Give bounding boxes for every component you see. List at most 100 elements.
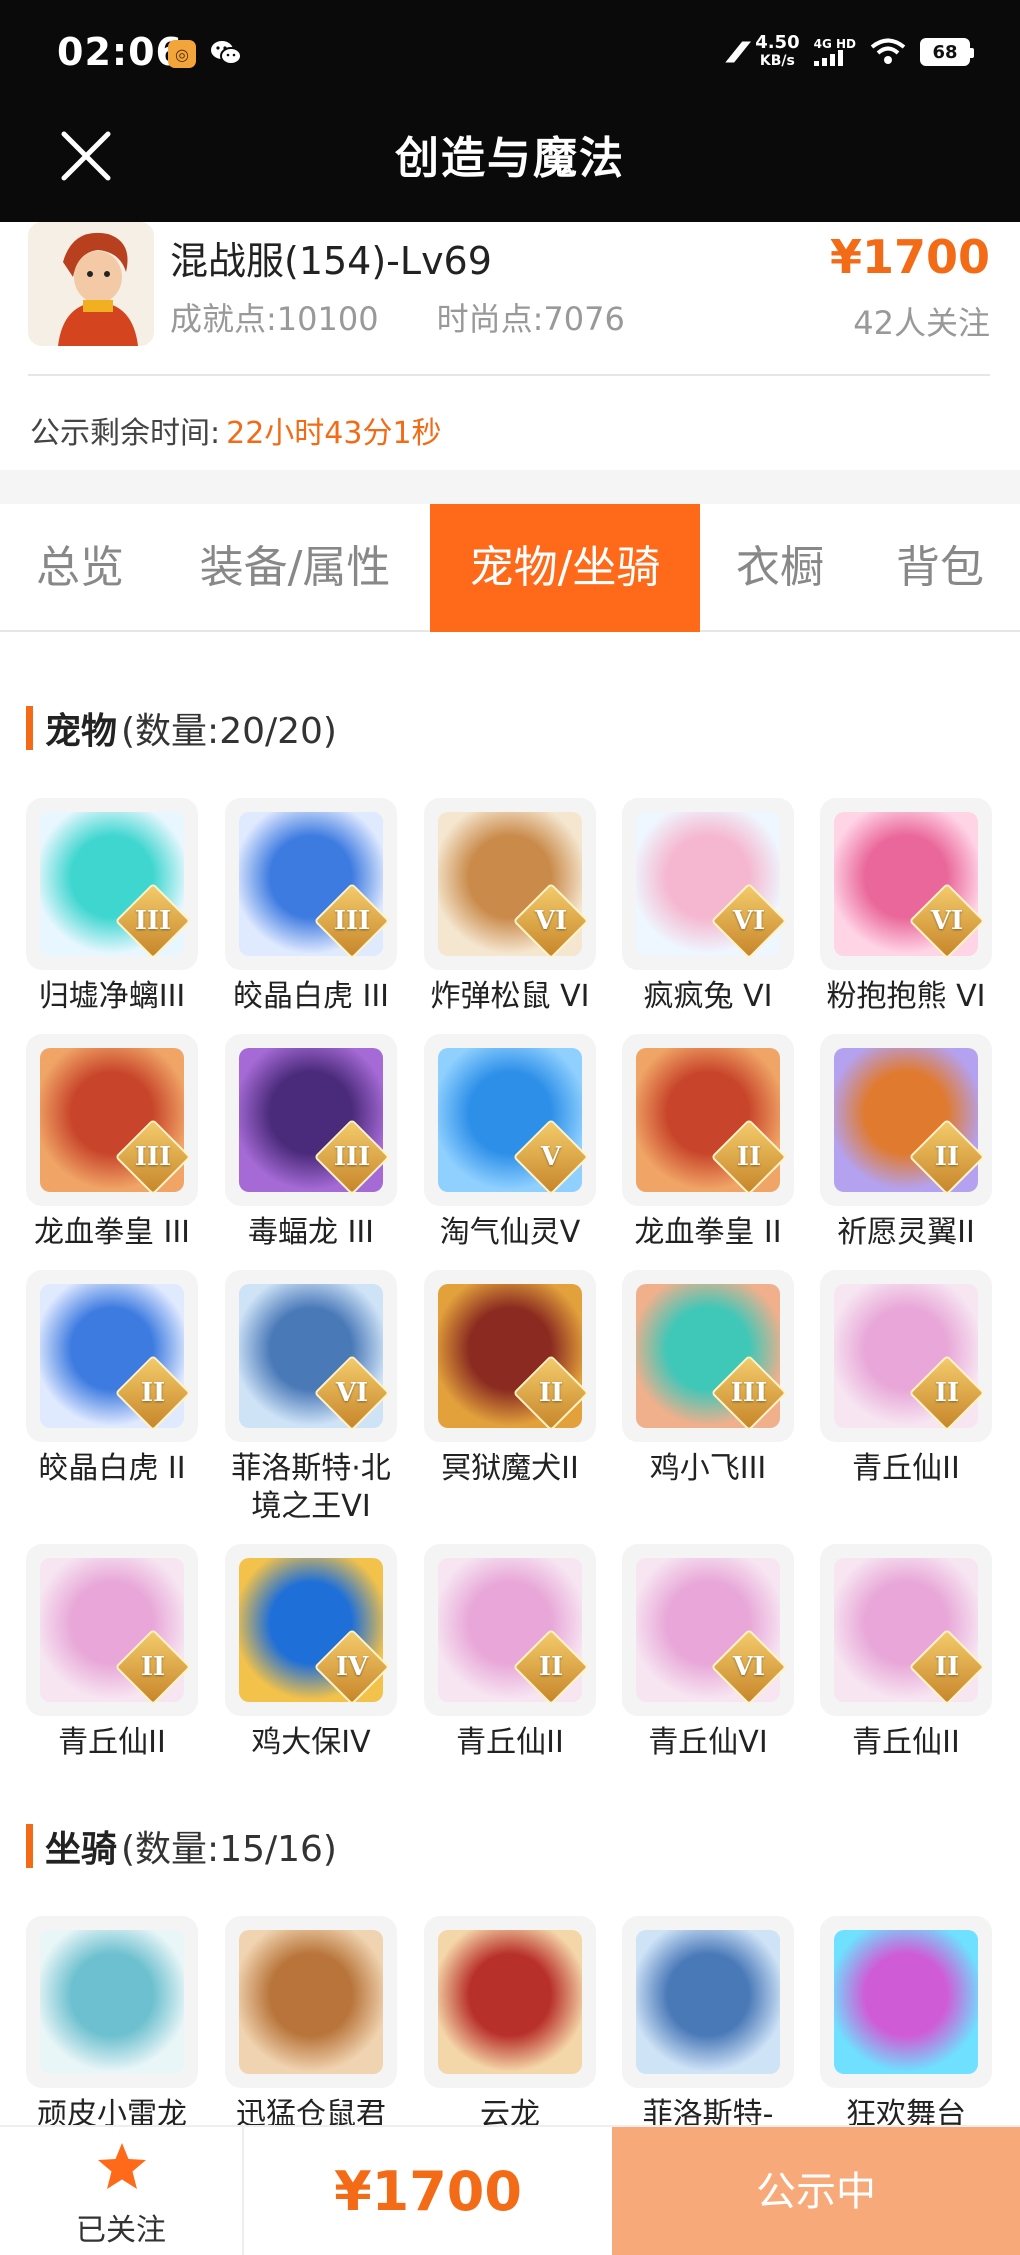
- pet-thumbnail: III: [225, 798, 397, 970]
- pet-item[interactable]: IV 鸡大保IV: [225, 1544, 397, 1762]
- pet-item[interactable]: II 冥狱魔犬II: [424, 1270, 596, 1488]
- pet-name: 皎晶白虎 II: [38, 1451, 186, 1486]
- mounts-count: (数量:15/16): [121, 1829, 337, 1870]
- pet-thumbnail: II: [820, 1034, 992, 1206]
- pet-thumbnail: V: [424, 1034, 596, 1206]
- pet-thumbnail: IV: [225, 1544, 397, 1716]
- pets-section-title: 宠物: [45, 711, 118, 752]
- pet-name: 淘气仙灵V: [439, 1215, 581, 1250]
- character-avatar: [28, 222, 154, 346]
- mount-item[interactable]: 迅猛仓鼠君: [225, 1916, 397, 2134]
- tab-equipment[interactable]: 装备/属性: [160, 504, 430, 632]
- pet-name: 青丘仙II: [852, 1725, 960, 1760]
- pet-thumbnail: II: [26, 1270, 198, 1442]
- pet-name: 鸡大保IV: [251, 1725, 371, 1760]
- pet-item[interactable]: III 龙血拳皇 III: [26, 1034, 198, 1252]
- rank-label: II: [934, 1652, 960, 1682]
- wechat-icon: [211, 41, 242, 65]
- character-stats: 成就点:10100 时尚点:7076: [170, 294, 625, 340]
- pets-section-header: 宠物 (数量:20/20): [26, 702, 337, 754]
- pet-item[interactable]: II 青丘仙II: [820, 1544, 992, 1762]
- pet-name: 祈愿灵翼II: [837, 1215, 975, 1250]
- pet-item[interactable]: V 淘气仙灵V: [424, 1034, 596, 1252]
- status-bar: 02:06 ◎ ⁄⁄⁄ 4.50 KB/s 4G HD 68: [0, 0, 1020, 110]
- rank-label: VI: [732, 906, 766, 936]
- pet-name: 毒蝠龙 III: [247, 1215, 375, 1250]
- page-title: 创造与魔法: [395, 133, 625, 184]
- remaining-time: 公示剩余时间: 22小时43分1秒: [30, 416, 442, 451]
- mount-item[interactable]: 顽皮小雷龙: [26, 1916, 198, 2134]
- rank-label: III: [730, 1378, 768, 1408]
- pet-name: 冥狱魔犬II: [441, 1451, 579, 1486]
- rank-label: VI: [335, 1378, 369, 1408]
- bottom-bar: 已关注 ¥1700 公示中: [0, 2125, 1020, 2255]
- pet-thumbnail: II: [26, 1544, 198, 1716]
- pet-item[interactable]: II 祈愿灵翼II: [820, 1034, 992, 1252]
- pet-item[interactable]: II 皎晶白虎 II: [26, 1270, 198, 1488]
- mount-thumbnail: [225, 1916, 397, 2088]
- pet-item[interactable]: VI 炸弹松鼠 VI: [424, 798, 596, 1016]
- mount-item[interactable]: 菲洛斯特-: [622, 1916, 794, 2134]
- mount-image: [40, 1930, 184, 2074]
- pet-item[interactable]: II 青丘仙II: [26, 1544, 198, 1762]
- tab-overview[interactable]: 总览: [0, 504, 160, 632]
- pet-name: 炸弹松鼠 VI: [430, 979, 590, 1014]
- pet-name: 粉抱抱熊 VI: [826, 979, 986, 1014]
- mounts-section-header: 坐骑 (数量:15/16): [26, 1820, 337, 1872]
- mount-thumbnail: [424, 1916, 596, 2088]
- pet-thumbnail: II: [622, 1034, 794, 1206]
- pet-name: 青丘仙II: [852, 1451, 960, 1486]
- mount-item[interactable]: 狂欢舞台: [820, 1916, 992, 2134]
- pet-thumbnail: II: [820, 1544, 992, 1716]
- pet-item[interactable]: VI 菲洛斯特·北境之王VI: [225, 1270, 397, 1526]
- mount-image: [834, 1930, 978, 2074]
- pet-item[interactable]: II 龙血拳皇 II: [622, 1034, 794, 1252]
- status-button[interactable]: 公示中: [612, 2127, 1020, 2255]
- pet-item[interactable]: II 青丘仙II: [424, 1544, 596, 1762]
- pet-item[interactable]: III 毒蝠龙 III: [225, 1034, 397, 1252]
- status-time: 02:06: [57, 30, 183, 74]
- pet-thumbnail: VI: [622, 798, 794, 970]
- pet-thumbnail: III: [225, 1034, 397, 1206]
- pet-item[interactable]: VI 疯疯兔 VI: [622, 798, 794, 1016]
- rank-label: IV: [335, 1652, 369, 1682]
- tab-backpack[interactable]: 背包: [860, 504, 1020, 632]
- mount-image: [239, 1930, 383, 2074]
- pet-item[interactable]: III 归墟净螭III: [26, 798, 198, 1016]
- pets-count: (数量:20/20): [121, 711, 337, 752]
- rank-label: VI: [930, 906, 964, 936]
- section-gap: [0, 470, 1020, 504]
- rank-label: II: [140, 1378, 166, 1408]
- listing-summary: 混战服(154)-Lv69 成就点:10100 时尚点:7076 ¥1700 4…: [0, 222, 1020, 502]
- rank-label: II: [934, 1142, 960, 1172]
- pet-item[interactable]: II 青丘仙II: [820, 1270, 992, 1488]
- rank-label: VI: [732, 1652, 766, 1682]
- tab-wardrobe[interactable]: 衣橱: [700, 504, 860, 632]
- status-indicators: ⁄⁄⁄ 4.50 KB/s 4G HD 68: [733, 32, 974, 70]
- pet-item[interactable]: III 皎晶白虎 III: [225, 798, 397, 1016]
- remaining-time-value: 22小时43分1秒: [226, 416, 442, 451]
- follow-button[interactable]: 已关注: [0, 2127, 244, 2255]
- mount-image: [438, 1930, 582, 2074]
- wifi-icon: [870, 38, 906, 64]
- rank-label: II: [934, 1378, 960, 1408]
- pet-thumbnail: VI: [820, 798, 992, 970]
- mount-item[interactable]: 云龙: [424, 1916, 596, 2134]
- pet-thumbnail: VI: [225, 1270, 397, 1442]
- rank-label: II: [538, 1652, 564, 1682]
- net-speed: 4.50 KB/s: [755, 32, 800, 70]
- pet-thumbnail: II: [424, 1270, 596, 1442]
- pet-name: 青丘仙II: [58, 1725, 166, 1760]
- pet-thumbnail: VI: [622, 1544, 794, 1716]
- rank-label: VI: [534, 906, 568, 936]
- title-bar: 创造与魔法: [0, 110, 1020, 222]
- tab-pets-mounts[interactable]: 宠物/坐骑: [430, 504, 700, 632]
- divider: [28, 374, 990, 376]
- pet-item[interactable]: VI 青丘仙VI: [622, 1544, 794, 1762]
- rank-label: III: [333, 906, 371, 936]
- listing-price: ¥1700: [829, 230, 990, 284]
- pet-item[interactable]: III 鸡小飞III: [622, 1270, 794, 1488]
- rank-label: II: [538, 1378, 564, 1408]
- mount-thumbnail: [622, 1916, 794, 2088]
- pet-item[interactable]: VI 粉抱抱熊 VI: [820, 798, 992, 1016]
